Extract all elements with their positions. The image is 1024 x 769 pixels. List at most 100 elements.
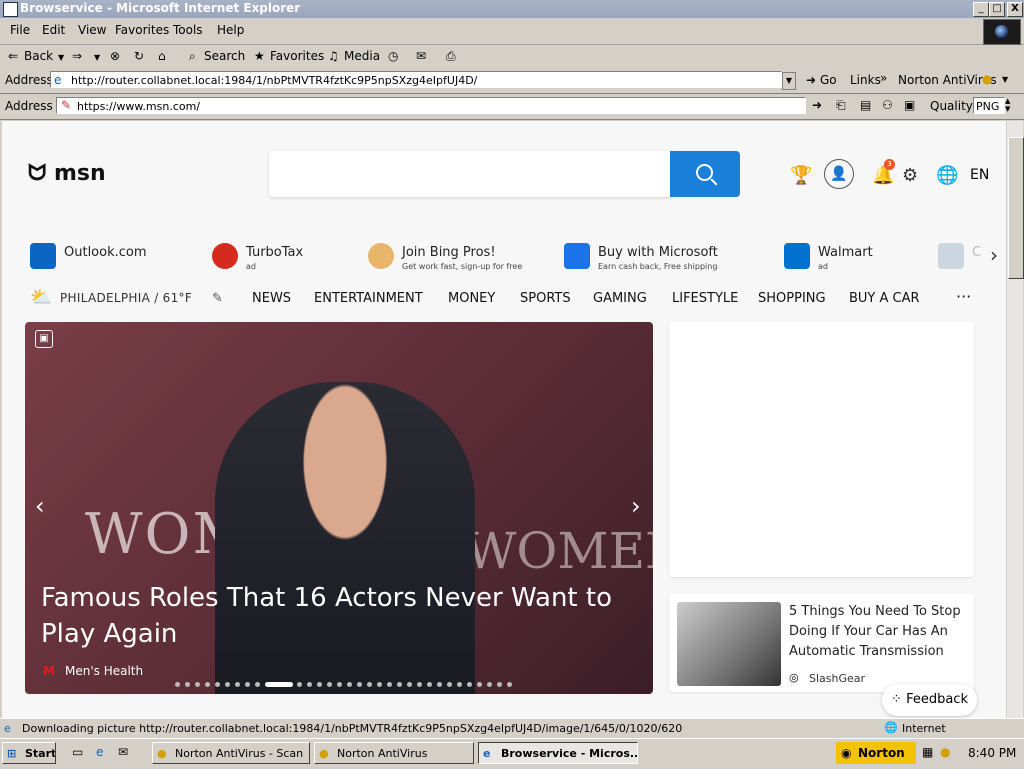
carousel-dot[interactable] xyxy=(327,682,332,687)
show-desktop-icon[interactable]: ▭ xyxy=(72,745,83,759)
nav-sports[interactable]: SPORTS xyxy=(520,291,571,306)
carousel-dot[interactable] xyxy=(407,682,412,687)
carousel-dot[interactable] xyxy=(235,682,240,687)
mail-icon[interactable]: ✉ xyxy=(416,49,426,63)
quality-spinner-icon[interactable]: ▲ ▼ xyxy=(1005,97,1010,113)
language-selector[interactable]: EN xyxy=(970,167,989,183)
nav-gaming[interactable]: GAMING xyxy=(593,291,647,306)
news-card[interactable]: 5 Things You Need To Stop Doing If Your … xyxy=(669,594,974,692)
globe-icon[interactable]: 🌐 xyxy=(936,165,958,186)
address-input[interactable]: http://router.collabnet.local:1984/1/nbP… xyxy=(50,71,782,88)
edit-location-icon[interactable]: ✎ xyxy=(212,291,223,306)
carousel-prev-icon[interactable]: ‹ xyxy=(35,492,45,520)
forward-button[interactable]: ⇒ xyxy=(72,49,82,63)
hero-headline[interactable]: Famous Roles That 16 Actors Never Want t… xyxy=(41,580,621,652)
search-input[interactable] xyxy=(269,151,671,197)
norton-tray-button[interactable]: ◉ Norton xyxy=(836,742,916,764)
carousel-dot-active[interactable] xyxy=(265,682,293,687)
quicklaunch-ie-icon[interactable]: e xyxy=(96,745,103,759)
menu-tools[interactable]: Tools xyxy=(173,23,203,37)
go-button[interactable]: Go xyxy=(820,73,837,87)
carousel-dot[interactable] xyxy=(347,682,352,687)
menu-help[interactable]: Help xyxy=(217,23,244,37)
norton-dropdown-icon[interactable]: ▼ xyxy=(1002,75,1008,84)
carousel-dot[interactable] xyxy=(507,682,512,687)
quicklink-partial[interactable]: C xyxy=(938,241,988,277)
carousel-dot[interactable] xyxy=(367,682,372,687)
history-icon[interactable]: ◷ xyxy=(388,49,398,63)
weather-location[interactable]: PHILADELPHIA / 61°F xyxy=(60,291,192,305)
menu-view[interactable]: View xyxy=(78,23,106,37)
start-button[interactable]: ⊞ Start xyxy=(2,742,56,764)
hero-source[interactable]: Men's Health xyxy=(65,664,143,678)
menu-edit[interactable]: Edit xyxy=(42,23,65,37)
carousel-dot[interactable] xyxy=(195,682,200,687)
favorites-button[interactable]: Favorites xyxy=(270,49,324,63)
carousel-dot[interactable] xyxy=(437,682,442,687)
feedback-button[interactable]: ⁘ Feedback xyxy=(882,684,977,716)
search-button[interactable]: Search xyxy=(204,49,245,63)
carousel-dot[interactable] xyxy=(447,682,452,687)
bookmarks-list-icon[interactable]: ▤ xyxy=(860,98,871,112)
image-gallery-icon[interactable]: ▣ xyxy=(35,330,53,348)
news-card-title[interactable]: 5 Things You Need To Stop Doing If Your … xyxy=(789,602,967,662)
nav-more-button[interactable]: ··· xyxy=(956,287,971,306)
news-card-source[interactable]: SlashGear xyxy=(809,672,865,685)
quicklinks-next-chevron-icon[interactable]: › xyxy=(990,243,998,267)
news-card-image[interactable] xyxy=(677,602,781,686)
links-chevron-icon[interactable]: » xyxy=(880,71,887,85)
task-norton-scan[interactable]: ● Norton AntiVirus - Scan xyxy=(152,742,310,764)
address-dropdown-icon[interactable]: ▼ xyxy=(782,72,796,90)
stop-icon[interactable]: ⊗ xyxy=(110,49,120,63)
carousel-next-icon[interactable]: › xyxy=(631,492,641,520)
menu-favorites[interactable]: Favorites xyxy=(115,23,169,37)
media-icon[interactable]: ♫ xyxy=(328,49,339,63)
maximize-button[interactable]: □ xyxy=(989,2,1005,17)
favorites-icon[interactable]: ★ xyxy=(254,49,265,63)
profile-icon[interactable]: 👤 xyxy=(824,159,854,189)
carousel-dot[interactable] xyxy=(357,682,362,687)
carousel-dot[interactable] xyxy=(487,682,492,687)
menu-file[interactable]: File xyxy=(10,23,30,37)
find-icon[interactable]: ⚇ xyxy=(882,98,893,112)
rewards-trophy-icon[interactable]: 🏆 xyxy=(790,165,812,186)
task-browservice[interactable]: e Browservice - Micros... xyxy=(478,742,638,764)
clipboard-icon[interactable]: ▣ xyxy=(904,98,915,112)
carousel-dot[interactable] xyxy=(467,682,472,687)
carousel-dot[interactable] xyxy=(255,682,260,687)
quality-select[interactable]: PNG xyxy=(973,97,1005,114)
nav-buy-a-car[interactable]: BUY A CAR xyxy=(849,291,920,306)
settings-gear-icon[interactable]: ⚙ xyxy=(902,165,918,186)
quicklink-turbotax[interactable]: TurboTax ad xyxy=(212,241,332,277)
carousel-dot[interactable] xyxy=(297,682,302,687)
carousel-dot[interactable] xyxy=(457,682,462,687)
title-bar[interactable]: Browservice - Microsoft Internet Explore… xyxy=(0,0,1024,18)
quicklink-buy-with-microsoft[interactable]: Buy with Microsoft Earn cash back, Free … xyxy=(564,241,734,277)
carousel-dot[interactable] xyxy=(185,682,190,687)
carousel-dot[interactable] xyxy=(225,682,230,687)
browser-viewport[interactable]: ᗢ msn 🏆 👤 🔔 3 ⚙ 🌐 EN Outlook.com TurboTa… xyxy=(2,121,1006,718)
forward-dropdown-icon[interactable]: ▼ xyxy=(94,53,100,62)
carousel-dot[interactable] xyxy=(497,682,502,687)
close-button[interactable]: X xyxy=(1007,2,1023,17)
media-button[interactable]: Media xyxy=(344,49,380,63)
carousel-dot[interactable] xyxy=(245,682,250,687)
carousel-dot[interactable] xyxy=(175,682,180,687)
quicklink-walmart[interactable]: Walmart ad xyxy=(784,241,894,277)
carousel-dot[interactable] xyxy=(477,682,482,687)
carousel-dot[interactable] xyxy=(427,682,432,687)
home-icon[interactable]: ⌂ xyxy=(158,49,166,63)
carousel-dot[interactable] xyxy=(337,682,342,687)
carousel-dot[interactable] xyxy=(397,682,402,687)
quicklink-outlook[interactable]: Outlook.com xyxy=(30,241,180,277)
scrollbar-thumb[interactable] xyxy=(1008,137,1024,279)
carousel-dot[interactable] xyxy=(377,682,382,687)
msn-logo[interactable]: ᗢ msn xyxy=(28,161,106,186)
carousel-dot[interactable] xyxy=(417,682,422,687)
quicklink-bing-pros[interactable]: Join Bing Pros! Get work fast, sign-up f… xyxy=(368,241,538,277)
nav-lifestyle[interactable]: LIFESTYLE xyxy=(672,291,738,306)
carousel-dot[interactable] xyxy=(307,682,312,687)
quicklaunch-outlook-icon[interactable]: ✉ xyxy=(118,745,128,759)
go-arrow-icon[interactable]: ➜ xyxy=(812,98,822,112)
hero-carousel[interactable]: WOMEN WOMEN ▣ ‹ › Famous Roles That 16 A… xyxy=(25,322,653,694)
